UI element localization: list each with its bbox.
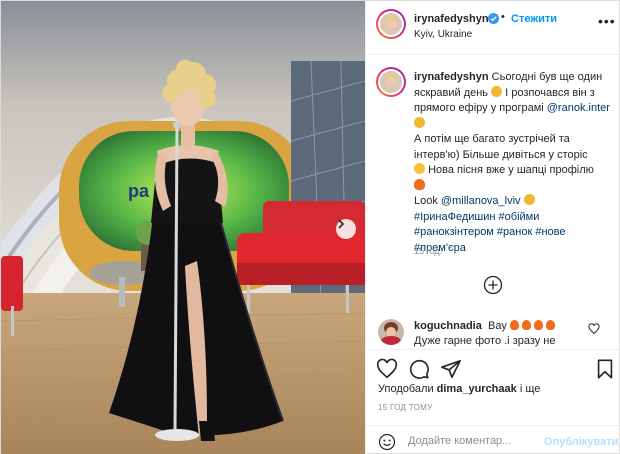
author-username[interactable]: irynafedyshyn (414, 13, 489, 25)
comment-text: Вау (488, 320, 556, 332)
fire-emoji-icon (546, 320, 556, 330)
commenter-username[interactable]: koguchnadia (414, 320, 482, 332)
comment-icon[interactable] (408, 358, 430, 380)
caption-time-ago: 15 год. (414, 246, 443, 256)
comment-text-continued: Дуже гарне фото .і зразу не (414, 335, 556, 347)
avatar[interactable] (378, 11, 404, 37)
follow-button[interactable]: Стежити (511, 13, 557, 25)
share-icon[interactable] (440, 358, 462, 380)
comment-item: koguchnadia Вау Дуже гарне фото .і зразу… (366, 317, 620, 349)
likes-prefix: Уподобали (378, 383, 434, 395)
post-location[interactable]: Kyiv, Ukraine (414, 29, 472, 40)
caption-text-5: Look (414, 195, 438, 207)
hashtags-line-2[interactable]: #ранокзінтером #ранок #нове (414, 226, 566, 238)
carousel-next-button[interactable] (336, 219, 356, 239)
caption-text-3: А потім ще багато зустрічей та інтерв'ю)… (414, 133, 588, 161)
add-comment-bar: Опублікувати (366, 425, 620, 454)
post-photo[interactable]: ра (1, 1, 365, 454)
likes-summary: Уподобали dima_yurchaak і ще (378, 383, 540, 395)
post-caption: irynafedyshyn Сьогодні був ще один яскра… (414, 70, 614, 256)
starstruck-emoji-icon-2 (523, 194, 535, 205)
smiley-icon[interactable] (378, 433, 396, 451)
screen-logo-text: ра (128, 181, 150, 201)
plus-circle-icon[interactable] (483, 275, 503, 295)
likes-user[interactable]: dima_yurchaak (437, 383, 517, 395)
mention-ranok-inter[interactable]: @ranok.inter (547, 102, 610, 114)
likes-suffix[interactable]: і ще (520, 383, 541, 395)
post-side-panel: irynafedyshyn • Стежити Kyiv, Ukraine ••… (365, 1, 620, 454)
comment-input[interactable] (408, 432, 548, 450)
caption-avatar[interactable] (378, 69, 404, 95)
commenter-avatar[interactable] (378, 319, 404, 345)
fire-emoji-icon (414, 178, 425, 190)
fire-emoji-icon (521, 320, 531, 330)
verified-badge-icon (488, 13, 499, 24)
starstruck-emoji-icon (491, 85, 503, 97)
smiling-emoji-icon (414, 163, 425, 174)
hashtags-line-1[interactable]: #ІринаФедишин #обійми (414, 211, 539, 223)
comment-heart-icon[interactable] (588, 323, 600, 335)
caption-story-ring[interactable] (376, 67, 406, 97)
post-header: irynafedyshyn • Стежити Kyiv, Ukraine ••… (366, 1, 620, 55)
story-ring[interactable] (376, 9, 406, 39)
instagram-post: ра irynafedyshyn • Стежити Kyiv, Ukraine… (0, 0, 620, 454)
caption-username[interactable]: irynafedyshyn (414, 71, 489, 83)
heart-eyes-emoji-icon (414, 116, 425, 128)
comment-text-main: Вау (488, 320, 507, 332)
chevron-right-icon (338, 219, 345, 229)
separator-dot: • (501, 11, 505, 23)
post-date[interactable]: 15 ГОД ТОМУ (378, 403, 433, 412)
mention-millanova[interactable]: @millanova_lviv (441, 195, 521, 207)
more-options-icon[interactable]: ••• (598, 13, 616, 29)
publish-button[interactable]: Опублікувати (544, 436, 618, 448)
bookmark-icon[interactable] (594, 358, 616, 380)
photo-scene: ра (1, 1, 365, 454)
caption-text-4: Нова пісня вже у шапці профілю (428, 164, 594, 176)
fire-emoji-icon (509, 320, 519, 330)
heart-icon[interactable] (376, 358, 398, 380)
fire-emoji-icon (534, 320, 544, 330)
